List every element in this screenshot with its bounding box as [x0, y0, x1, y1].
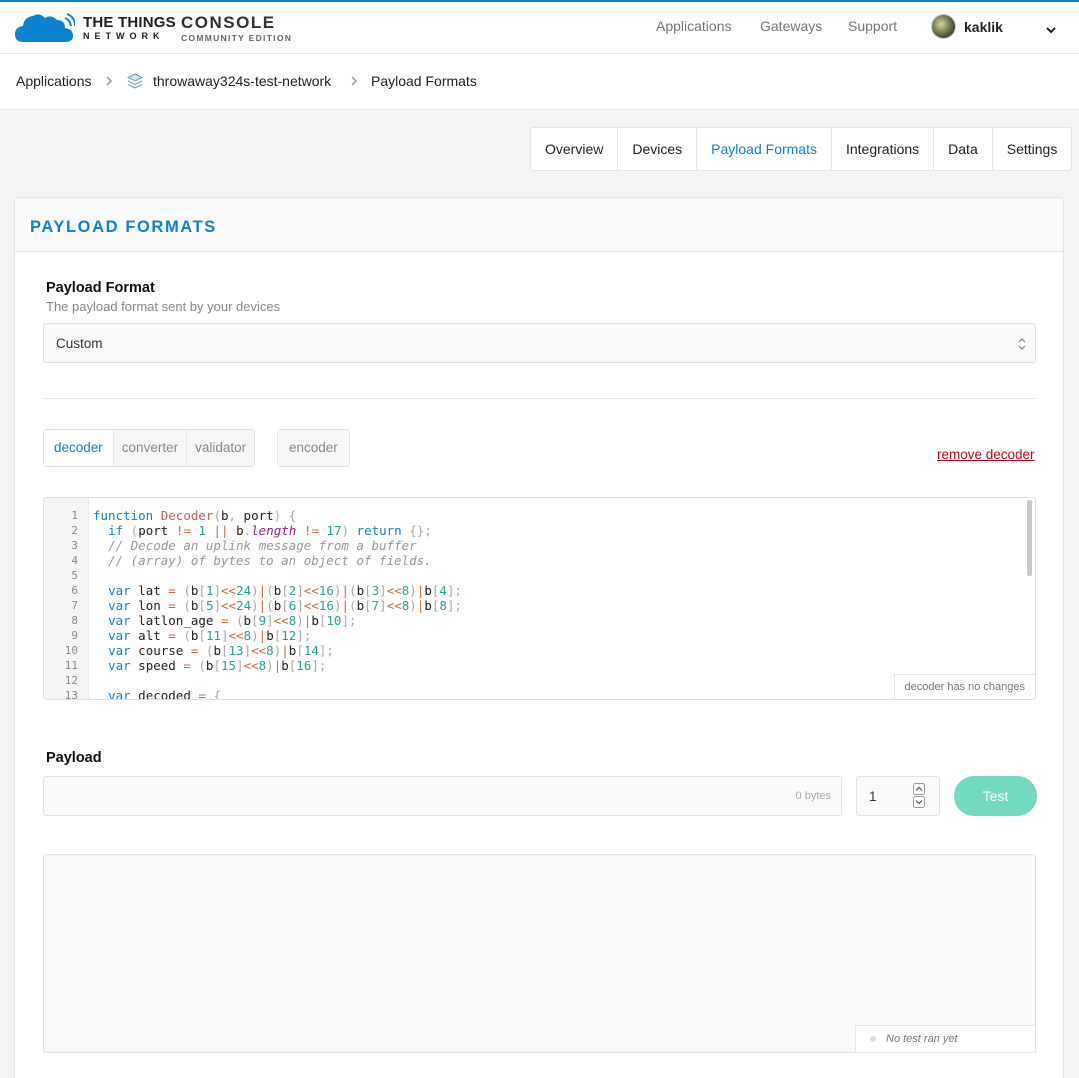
remove-decoder-link[interactable]: remove decoder: [937, 447, 1035, 462]
cloud-logo-icon: [15, 12, 76, 44]
line-number: 4: [71, 554, 78, 567]
code-line[interactable]: 4 // (array) of bytes to an object of fi…: [44, 553, 1034, 568]
decoder-tab[interactable]: decoder: [44, 430, 114, 466]
payload-label: Payload: [46, 750, 102, 766]
code-content[interactable]: 1 function Decoder(b, port) {2 if (port !…: [44, 508, 1034, 700]
chevron-right-icon: [349, 74, 359, 86]
code-line[interactable]: 3 // Decode an uplink message from a buf…: [44, 538, 1034, 553]
port-input[interactable]: 1: [856, 776, 940, 816]
line-number: 6: [71, 584, 78, 597]
port-value: 1: [869, 789, 877, 804]
validator-tab[interactable]: validator: [187, 430, 255, 466]
code-line[interactable]: 6 var lat = (b[1]<<24)|(b[2]<<16)|(b[3]<…: [44, 583, 1034, 598]
chevron-right-icon: [104, 74, 114, 86]
user-menu[interactable]: kaklik: [931, 14, 1003, 39]
tab-payload-formats[interactable]: Payload Formats: [697, 128, 832, 170]
code-line[interactable]: 11 var speed = (b[15]<<8)|b[16];: [44, 658, 1034, 673]
nav-support[interactable]: Support: [848, 18, 897, 34]
line-number: 13: [64, 689, 78, 700]
line-code[interactable]: var speed = (b[15]<<8)|b[16];: [82, 658, 326, 673]
editor-scrollbar[interactable]: [1027, 500, 1032, 576]
encoder-tab[interactable]: encoder: [278, 430, 349, 466]
payload-formats-panel: PAYLOAD FORMATS Payload Format The paylo…: [14, 197, 1064, 1078]
converter-tab[interactable]: converter: [113, 430, 188, 466]
chevron-down-icon[interactable]: [1043, 22, 1059, 38]
code-line[interactable]: 5: [44, 568, 1034, 583]
line-number: 5: [71, 569, 78, 582]
brand-line2: NETWORK: [83, 31, 165, 41]
breadcrumb-applications[interactable]: Applications: [16, 73, 92, 89]
line-number: 9: [71, 629, 78, 642]
top-header: THE THINGS NETWORK CONSOLE COMMUNITY EDI…: [0, 0, 1079, 54]
editor-status: decoder has no changes: [893, 674, 1035, 699]
panel-header: PAYLOAD FORMATS: [15, 198, 1063, 252]
nav-applications[interactable]: Applications: [656, 18, 732, 34]
payload-format-label: Payload Format: [46, 280, 155, 296]
code-editor[interactable]: 1 function Decoder(b, port) {2 if (port !…: [43, 497, 1036, 700]
line-number: 12: [64, 674, 78, 687]
line-code[interactable]: [82, 568, 93, 583]
code-line[interactable]: 7 var lon = (b[5]<<24)|(b[6]<<16)|(b[7]<…: [44, 598, 1034, 613]
divider: [43, 398, 1036, 399]
breadcrumb-application[interactable]: throwaway324s-test-network: [153, 73, 331, 89]
ttn-logo[interactable]: THE THINGS NETWORK: [15, 12, 176, 44]
console-title: CONSOLE COMMUNITY EDITION: [181, 14, 292, 43]
line-code[interactable]: [82, 673, 93, 688]
tab-overview[interactable]: Overview: [531, 128, 619, 170]
code-line[interactable]: 1 function Decoder(b, port) {: [44, 508, 1034, 523]
test-status-text: No test ran yet: [886, 1033, 958, 1045]
code-line[interactable]: 9 var alt = (b[11]<<8)|b[12];: [44, 628, 1034, 643]
function-switcher: decoder converter validator: [43, 429, 256, 467]
line-code[interactable]: var lat = (b[1]<<24)|(b[2]<<16)|(b[3]<<8…: [82, 583, 462, 598]
line-code[interactable]: var latlon_age = (b[9]<<8)|b[10];: [82, 613, 356, 628]
line-code[interactable]: var decoded = {: [82, 688, 221, 699]
breadcrumb: Applications throwaway324s-test-network …: [0, 54, 1079, 110]
line-number: 10: [64, 644, 78, 657]
tab-devices[interactable]: Devices: [618, 128, 698, 170]
payload-input[interactable]: 0 bytes: [43, 776, 842, 816]
line-code[interactable]: var course = (b[13]<<8)|b[14];: [82, 643, 334, 658]
avatar: [931, 14, 956, 39]
layers-icon: [126, 72, 144, 90]
payload-format-description: The payload format sent by your devices: [46, 299, 281, 314]
tab-integrations[interactable]: Integrations: [832, 128, 935, 170]
line-code[interactable]: // Decode an uplink message from a buffe…: [82, 538, 417, 553]
byte-count: 0 bytes: [795, 790, 831, 802]
select-arrows-icon: [1017, 336, 1027, 352]
line-code[interactable]: // (array) of bytes to an object of fiel…: [82, 553, 432, 568]
code-line[interactable]: 2 if (port != 1 || b.length != 17) retur…: [44, 523, 1034, 538]
encoder-group: encoder: [277, 429, 350, 467]
line-number: 1: [71, 509, 78, 522]
app-tabs: Overview Devices Payload Formats Integra…: [530, 127, 1073, 171]
brand-line1: THE THINGS: [83, 14, 176, 31]
test-status: No test ran yet: [855, 1025, 1036, 1053]
payload-format-select[interactable]: Custom: [43, 323, 1036, 363]
code-line[interactable]: 12: [44, 673, 1034, 688]
payload-format-value: Custom: [56, 336, 103, 351]
line-number: 11: [64, 659, 78, 672]
line-number: 3: [71, 539, 78, 552]
tab-data[interactable]: Data: [934, 128, 993, 170]
page-title: PAYLOAD FORMATS: [30, 218, 217, 236]
line-code[interactable]: function Decoder(b, port) {: [82, 508, 296, 523]
line-number: 8: [71, 614, 78, 627]
test-result-area: No test ran yet: [43, 854, 1036, 1053]
user-name: kaklik: [964, 18, 1003, 35]
line-number: 7: [71, 599, 78, 612]
line-code[interactable]: var lon = (b[5]<<24)|(b[6]<<16)|(b[7]<<8…: [82, 598, 462, 613]
code-line[interactable]: 10 var course = (b[13]<<8)|b[14];: [44, 643, 1034, 658]
test-button[interactable]: Test: [954, 776, 1037, 816]
nav-gateways[interactable]: Gateways: [760, 18, 822, 34]
port-stepper-icon[interactable]: [913, 783, 925, 809]
line-code[interactable]: if (port != 1 || b.length != 17) return …: [82, 523, 432, 538]
line-number: 2: [71, 524, 78, 537]
code-line[interactable]: 13 var decoded = {: [44, 688, 1034, 700]
edition-label: COMMUNITY EDITION: [181, 33, 293, 43]
status-dot-icon: [870, 1036, 876, 1042]
line-code[interactable]: var alt = (b[11]<<8)|b[12];: [82, 628, 311, 643]
code-line[interactable]: 8 var latlon_age = (b[9]<<8)|b[10];: [44, 613, 1034, 628]
tab-settings[interactable]: Settings: [993, 128, 1072, 170]
breadcrumb-current: Payload Formats: [371, 73, 477, 89]
console-label: CONSOLE: [181, 13, 276, 32]
